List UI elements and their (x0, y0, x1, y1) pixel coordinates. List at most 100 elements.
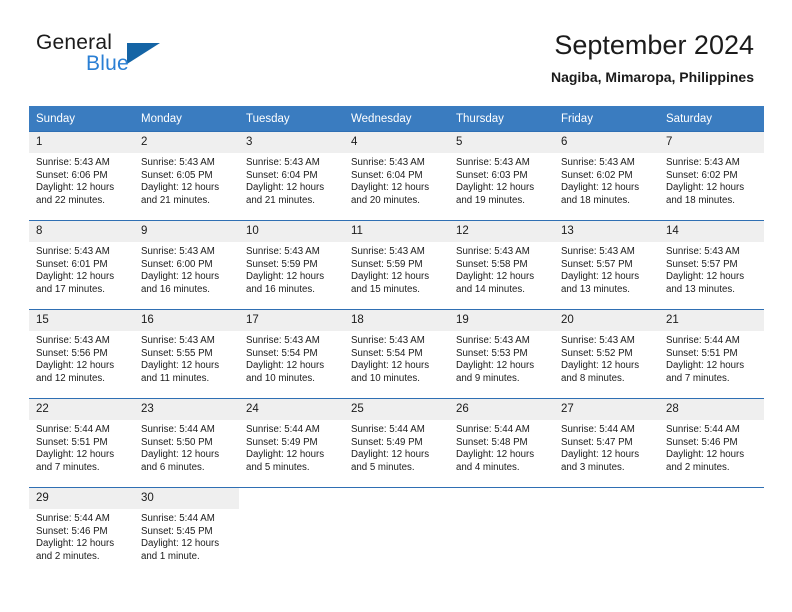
day-cell[interactable]: 16 Sunrise: 5:43 AM Sunset: 5:55 PM Dayligh… (134, 309, 239, 399)
day-cell[interactable]: 5 Sunrise: 5:43 AM Sunset: 6:03 PM Daylight… (449, 131, 554, 221)
day-details: Sunrise: 5:43 AM Sunset: 6:01 PM Daylight:… (29, 242, 134, 296)
day-number: 3 (239, 132, 344, 153)
daylight-text-line2: and 17 minutes. (36, 283, 105, 295)
daylight-text-line2: and 5 minutes. (351, 461, 415, 473)
daylight-text-line1: Daylight: 12 hours (36, 538, 115, 550)
sunrise-text: Sunrise: 5:44 AM (351, 424, 425, 435)
title-block: September 2024 Nagiba, Mimaropa, Philipp… (551, 28, 754, 86)
sunrise-text: Sunrise: 5:44 AM (36, 513, 110, 524)
daylight-text-line2: and 14 minutes. (456, 283, 525, 295)
day-cell[interactable]: 15 Sunrise: 5:43 AM Sunset: 5:56 PM Dayligh… (29, 309, 134, 399)
daylight-text-line2: and 3 minutes. (561, 461, 625, 473)
day-cell-empty (449, 487, 554, 576)
weekday-header-friday: Friday (554, 106, 659, 132)
day-cell[interactable]: 30 Sunrise: 5:44 AM Sunset: 5:45 PM Dayligh… (134, 487, 239, 576)
sunrise-text: Sunrise: 5:43 AM (351, 335, 425, 346)
day-cell[interactable]: 11 Sunrise: 5:43 AM Sunset: 5:59 PM Dayligh… (344, 220, 449, 310)
brand-logo[interactable]: General Blue (36, 31, 216, 83)
day-cell[interactable]: 20 Sunrise: 5:43 AM Sunset: 5:52 PM Dayligh… (554, 309, 659, 399)
day-cell[interactable]: 17 Sunrise: 5:43 AM Sunset: 5:54 PM Dayligh… (239, 309, 344, 399)
daylight-text-line2: and 22 minutes. (36, 194, 105, 206)
sunrise-text: Sunrise: 5:43 AM (351, 246, 425, 257)
day-cell[interactable]: 2 Sunrise: 5:43 AM Sunset: 6:05 PM Daylight… (134, 131, 239, 221)
day-cell[interactable]: 8 Sunrise: 5:43 AM Sunset: 6:01 PM Daylight… (29, 220, 134, 310)
sunset-text: Sunset: 5:57 PM (561, 258, 633, 270)
sunrise-text: Sunrise: 5:43 AM (561, 246, 635, 257)
sunset-text: Sunset: 6:01 PM (36, 258, 108, 270)
day-cell[interactable]: 1 Sunrise: 5:43 AM Sunset: 6:06 PM Daylight… (29, 131, 134, 221)
day-details: Sunrise: 5:43 AM Sunset: 5:57 PM Daylight:… (554, 242, 659, 296)
daylight-text-line1: Daylight: 12 hours (141, 449, 220, 461)
day-cell[interactable]: 24 Sunrise: 5:44 AM Sunset: 5:49 PM Dayligh… (239, 398, 344, 488)
sunset-text: Sunset: 6:00 PM (141, 258, 213, 270)
daylight-text-line1: Daylight: 12 hours (246, 449, 325, 461)
day-number: 16 (134, 310, 239, 331)
day-cell[interactable]: 12 Sunrise: 5:43 AM Sunset: 5:58 PM Dayligh… (449, 220, 554, 310)
day-cell[interactable]: 9 Sunrise: 5:43 AM Sunset: 6:00 PM Daylight… (134, 220, 239, 310)
day-details: Sunrise: 5:44 AM Sunset: 5:50 PM Daylight:… (134, 420, 239, 474)
day-cell[interactable]: 25 Sunrise: 5:44 AM Sunset: 5:49 PM Dayligh… (344, 398, 449, 488)
weekday-header-wednesday: Wednesday (344, 106, 449, 132)
day-cell[interactable]: 27 Sunrise: 5:44 AM Sunset: 5:47 PM Dayligh… (554, 398, 659, 488)
daylight-text-line2: and 16 minutes. (246, 283, 315, 295)
day-number: 1 (29, 132, 134, 153)
triangle-flag-icon (127, 43, 160, 64)
day-number: 14 (659, 221, 764, 242)
sunset-text: Sunset: 5:50 PM (141, 436, 213, 448)
calendar-body: 1 Sunrise: 5:43 AM Sunset: 6:06 PM Daylight… (29, 131, 764, 576)
day-number: 18 (344, 310, 449, 331)
sunset-text: Sunset: 6:02 PM (561, 169, 633, 181)
sunset-text: Sunset: 5:49 PM (246, 436, 318, 448)
day-cell[interactable]: 19 Sunrise: 5:43 AM Sunset: 5:53 PM Dayligh… (449, 309, 554, 399)
daylight-text-line1: Daylight: 12 hours (456, 360, 535, 372)
sunset-text: Sunset: 5:47 PM (561, 436, 633, 448)
sunrise-text: Sunrise: 5:44 AM (561, 424, 635, 435)
day-cell[interactable]: 3 Sunrise: 5:43 AM Sunset: 6:04 PM Daylight… (239, 131, 344, 221)
day-cell[interactable]: 6 Sunrise: 5:43 AM Sunset: 6:02 PM Daylight… (554, 131, 659, 221)
sunrise-text: Sunrise: 5:43 AM (561, 335, 635, 346)
sunrise-text: Sunrise: 5:44 AM (666, 335, 740, 346)
daylight-text-line1: Daylight: 12 hours (561, 360, 640, 372)
sunrise-text: Sunrise: 5:43 AM (36, 157, 110, 168)
day-details: Sunrise: 5:43 AM Sunset: 5:59 PM Daylight:… (344, 242, 449, 296)
daylight-text-line2: and 16 minutes. (141, 283, 210, 295)
day-number: 10 (239, 221, 344, 242)
day-number: 11 (344, 221, 449, 242)
daylight-text-line1: Daylight: 12 hours (141, 271, 220, 283)
daylight-text-line1: Daylight: 12 hours (351, 182, 430, 194)
day-details: Sunrise: 5:43 AM Sunset: 5:58 PM Daylight:… (449, 242, 554, 296)
day-details: Sunrise: 5:43 AM Sunset: 5:57 PM Daylight:… (659, 242, 764, 296)
day-cell[interactable]: 7 Sunrise: 5:43 AM Sunset: 6:02 PM Daylight… (659, 131, 764, 221)
day-cell[interactable]: 13 Sunrise: 5:43 AM Sunset: 5:57 PM Dayligh… (554, 220, 659, 310)
day-number (344, 488, 449, 509)
day-cell[interactable]: 28 Sunrise: 5:44 AM Sunset: 5:46 PM Dayligh… (659, 398, 764, 488)
day-cell[interactable]: 23 Sunrise: 5:44 AM Sunset: 5:50 PM Dayligh… (134, 398, 239, 488)
day-cell[interactable]: 22 Sunrise: 5:44 AM Sunset: 5:51 PM Dayligh… (29, 398, 134, 488)
sunset-text: Sunset: 6:04 PM (246, 169, 318, 181)
daylight-text-line2: and 4 minutes. (456, 461, 520, 473)
day-number: 26 (449, 399, 554, 420)
day-cell[interactable]: 29 Sunrise: 5:44 AM Sunset: 5:46 PM Dayligh… (29, 487, 134, 576)
daylight-text-line1: Daylight: 12 hours (666, 360, 745, 372)
sunrise-text: Sunrise: 5:44 AM (36, 424, 110, 435)
day-cell[interactable]: 10 Sunrise: 5:43 AM Sunset: 5:59 PM Dayligh… (239, 220, 344, 310)
day-details: Sunrise: 5:44 AM Sunset: 5:46 PM Daylight:… (659, 420, 764, 474)
daylight-text-line1: Daylight: 12 hours (456, 449, 535, 461)
day-details: Sunrise: 5:43 AM Sunset: 6:04 PM Daylight:… (239, 153, 344, 207)
calendar-page: General Blue September 2024 Nagiba, Mima… (0, 0, 792, 612)
daylight-text-line1: Daylight: 12 hours (36, 271, 115, 283)
day-details: Sunrise: 5:43 AM Sunset: 5:52 PM Daylight:… (554, 331, 659, 385)
day-number (659, 488, 764, 509)
day-cell-empty (554, 487, 659, 576)
day-cell[interactable]: 18 Sunrise: 5:43 AM Sunset: 5:54 PM Dayligh… (344, 309, 449, 399)
day-details: Sunrise: 5:43 AM Sunset: 6:02 PM Daylight:… (659, 153, 764, 207)
day-cell[interactable]: 4 Sunrise: 5:43 AM Sunset: 6:04 PM Daylight… (344, 131, 449, 221)
day-details: Sunrise: 5:43 AM Sunset: 6:02 PM Daylight:… (554, 153, 659, 207)
day-cell[interactable]: 14 Sunrise: 5:43 AM Sunset: 5:57 PM Dayligh… (659, 220, 764, 310)
week-row: 22 Sunrise: 5:44 AM Sunset: 5:51 PM Dayligh… (29, 398, 764, 488)
day-cell[interactable]: 26 Sunrise: 5:44 AM Sunset: 5:48 PM Dayligh… (449, 398, 554, 488)
week-row: 29 Sunrise: 5:44 AM Sunset: 5:46 PM Dayligh… (29, 487, 764, 576)
day-cell[interactable]: 21 Sunrise: 5:44 AM Sunset: 5:51 PM Dayligh… (659, 309, 764, 399)
sunrise-text: Sunrise: 5:43 AM (141, 157, 215, 168)
daylight-text-line1: Daylight: 12 hours (456, 271, 535, 283)
